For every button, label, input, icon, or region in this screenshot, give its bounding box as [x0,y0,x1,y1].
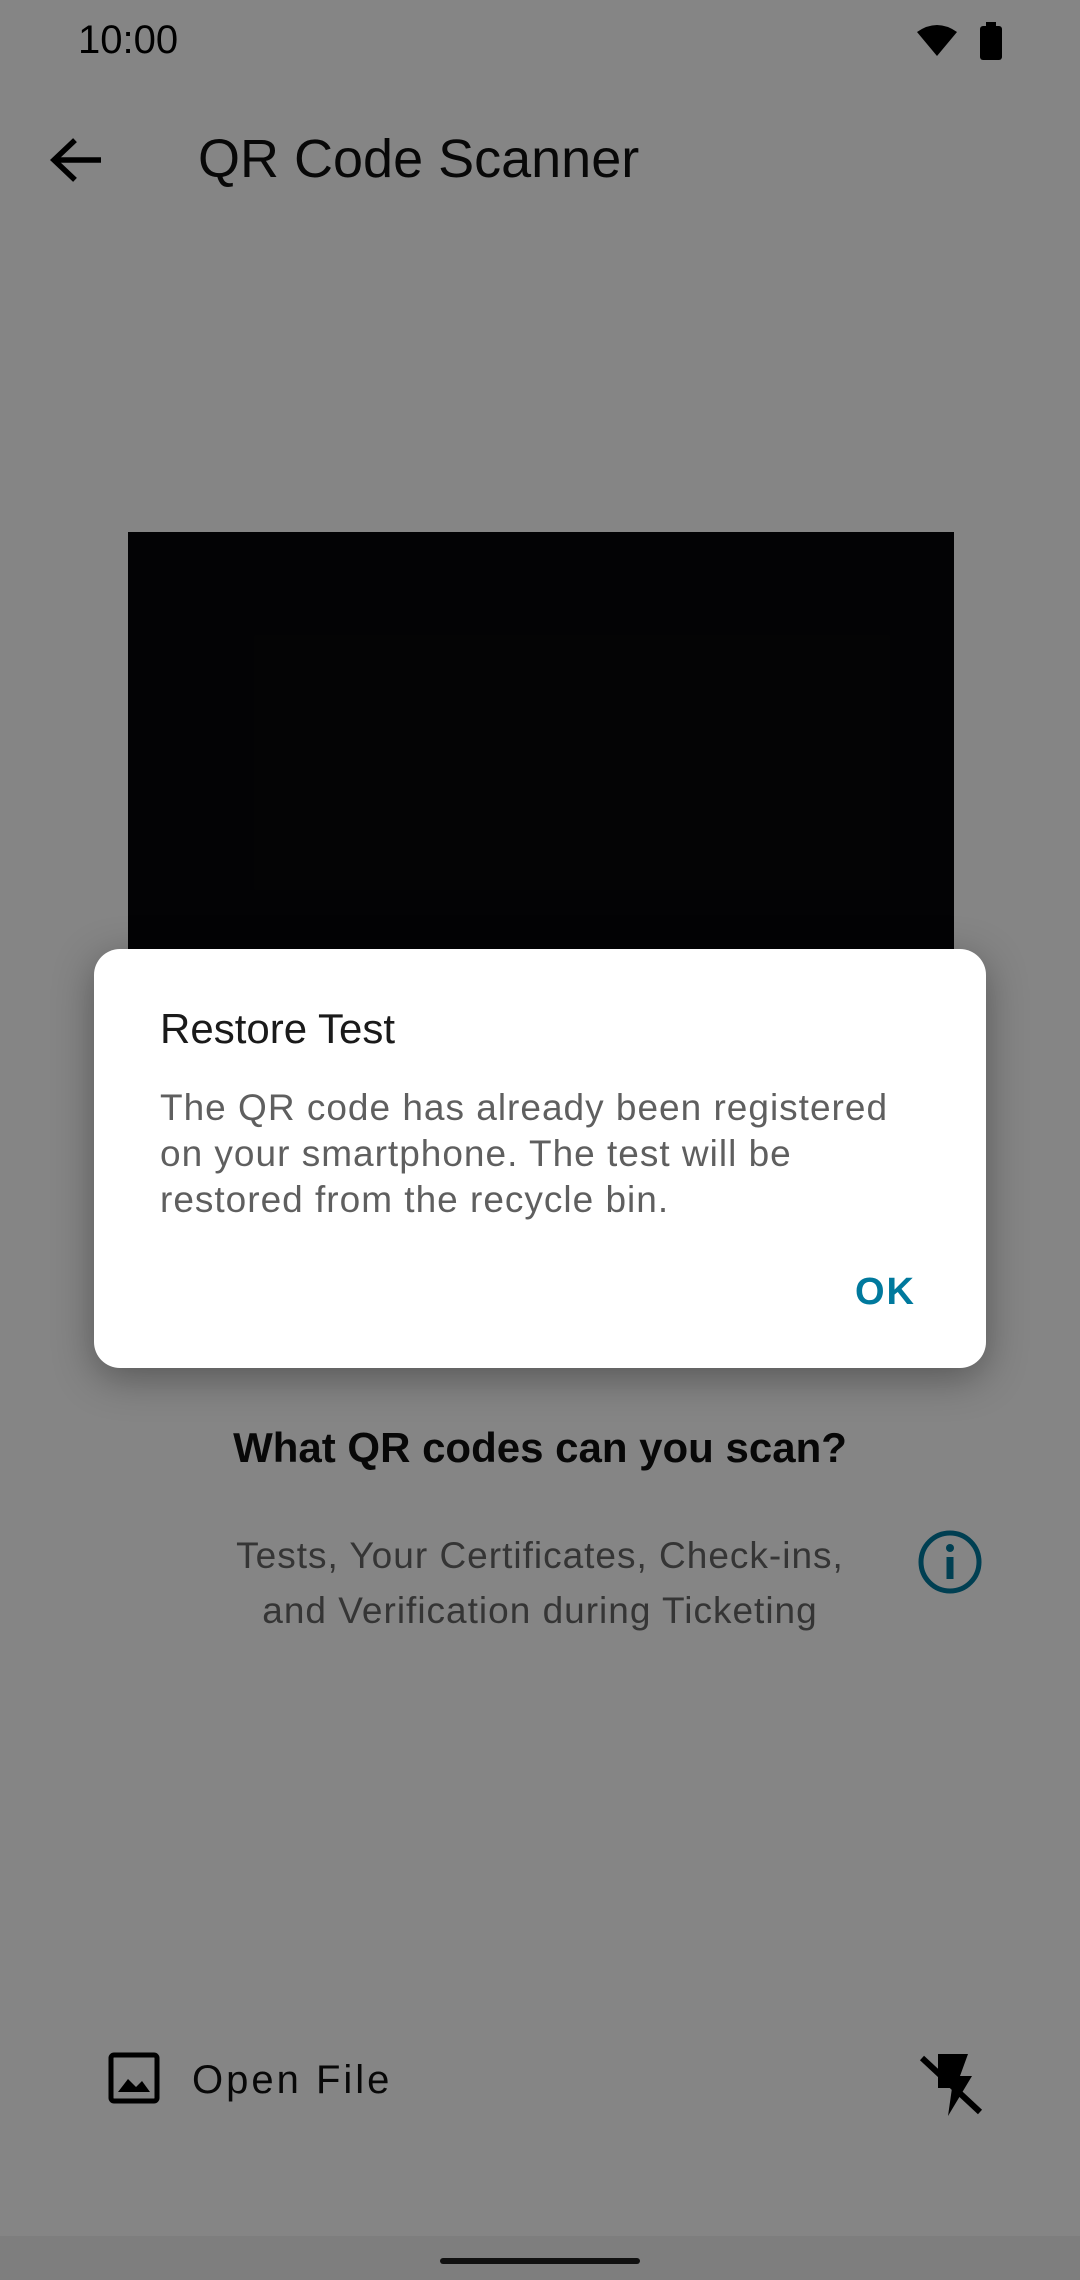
restore-test-dialog: Restore Test The QR code has already bee… [94,949,986,1368]
screen: 10:00 QR Code Scanner What QR codes can … [0,0,1080,2280]
dialog-title: Restore Test [160,1005,395,1052]
ok-button[interactable]: OK [855,1271,916,1314]
dialog-message: The QR code has already been registered … [160,1087,889,1220]
